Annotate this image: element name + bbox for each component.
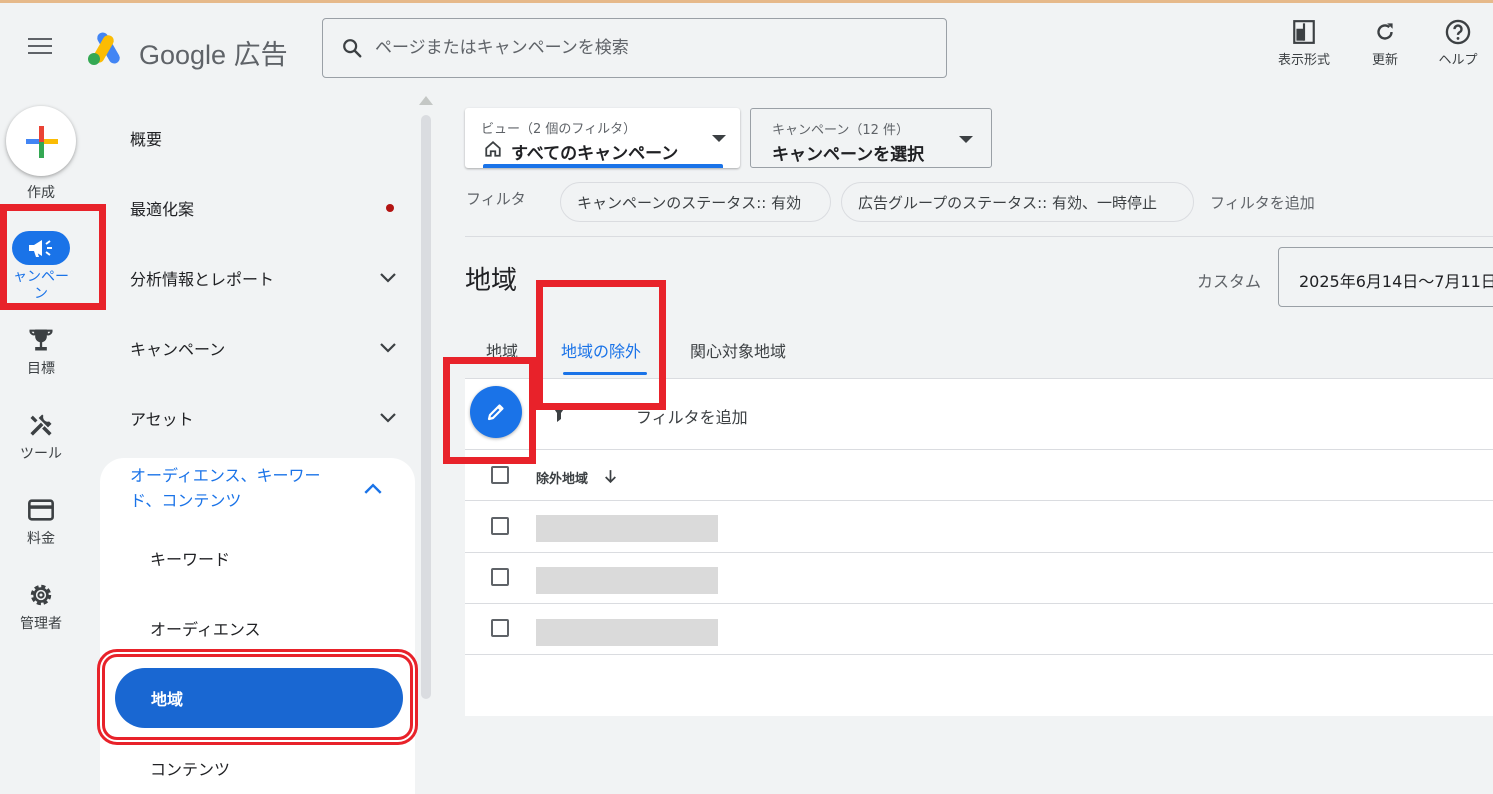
table-divider	[465, 603, 1493, 604]
filter-label: フィルタ	[466, 190, 526, 208]
table-add-filter[interactable]: フィルタを追加	[636, 404, 748, 428]
page-title: 地域	[465, 266, 518, 296]
chevron-down-icon	[380, 413, 396, 423]
filter-chip-campaign-status[interactable]: キャンペーンのステータス:: 有効	[560, 182, 831, 222]
date-range-picker[interactable]: 2025年6月14日〜7月11日	[1278, 247, 1493, 307]
megaphone-icon	[29, 240, 52, 257]
add-filter-link[interactable]: フィルタを追加	[1210, 192, 1315, 213]
table-row-placeholder	[536, 619, 718, 646]
appearance-button[interactable]: 表示形式	[1271, 17, 1337, 68]
pencil-icon	[487, 404, 504, 421]
chevron-down-icon	[380, 343, 396, 353]
chevron-up-icon[interactable]	[364, 483, 382, 494]
rail-billing[interactable]: 料金	[0, 496, 82, 548]
table-row-placeholder	[536, 515, 718, 542]
view-dropdown[interactable]: ビュー（2 個のフィルタ） すべてのキャンペーン	[465, 108, 740, 168]
caret-down-icon	[712, 135, 726, 142]
home-icon	[485, 141, 501, 157]
row-checkbox[interactable]	[491, 568, 509, 586]
caret-down-icon	[959, 136, 973, 143]
rail-goals[interactable]: 目標	[0, 326, 82, 378]
column-header-excluded-location[interactable]: 除外地域	[536, 468, 588, 487]
tab-locations-of-interest[interactable]: 関心対象地域	[690, 338, 786, 362]
rail-campaigns-label: ャンペー ン	[13, 269, 69, 302]
divider	[465, 236, 1493, 237]
main-menu-button[interactable]	[22, 33, 58, 63]
hamburger-icon	[28, 37, 52, 40]
arrow-down-icon[interactable]	[604, 469, 617, 484]
refresh-button[interactable]: 更新	[1362, 17, 1408, 68]
help-button[interactable]: ヘルプ	[1432, 17, 1484, 68]
notification-dot	[386, 204, 394, 212]
nav-insights[interactable]: 分析情報とレポート	[130, 263, 400, 293]
left-rail: 作成 ャンペー ン 目標 ツール 料金 管理者	[0, 93, 82, 794]
appearance-icon	[1293, 20, 1315, 44]
date-range-value: 2025年6月14日〜7月11日	[1299, 272, 1493, 291]
help-icon	[1445, 19, 1471, 45]
date-range-label: カスタム	[1197, 272, 1262, 291]
appearance-label: 表示形式	[1277, 53, 1330, 68]
nav-audiences-keywords-content[interactable]: オーディエンス、キーワー ド、コンテンツ	[130, 463, 360, 513]
select-all-checkbox[interactable]	[491, 466, 509, 484]
rail-tools[interactable]: ツール	[0, 411, 82, 463]
trophy-icon	[29, 329, 53, 351]
nav-scrollbar[interactable]	[421, 115, 431, 699]
create-button[interactable]	[6, 106, 76, 176]
nav-locations[interactable]: 地域	[115, 668, 403, 728]
rail-billing-label: 料金	[27, 531, 55, 547]
create-label: 作成	[27, 185, 55, 201]
search-input[interactable]	[375, 34, 915, 62]
filter-icon[interactable]	[551, 405, 567, 423]
chevron-down-icon	[380, 273, 396, 283]
rail-admin-label: 管理者	[20, 616, 62, 632]
table-divider	[465, 654, 1493, 655]
table-divider	[465, 449, 1493, 450]
search-box[interactable]	[322, 18, 947, 78]
tab-locations[interactable]: 地域	[486, 338, 518, 362]
app-header: Google 広告 表示形式 更新 ヘルプ	[0, 3, 1493, 93]
tab-location-exclusions[interactable]: 地域の除外	[561, 338, 641, 362]
filter-chip-adgroup-status[interactable]: 広告グループのステータス:: 有効、一時停止	[841, 182, 1194, 222]
rail-campaigns-button[interactable]	[12, 231, 70, 265]
table-divider	[465, 500, 1493, 501]
nav-content[interactable]: コンテンツ	[150, 756, 230, 780]
rail-admin[interactable]: 管理者	[0, 581, 82, 633]
credit-card-icon	[28, 499, 54, 521]
refresh-label: 更新	[1371, 53, 1398, 68]
view-underline	[483, 164, 723, 168]
nav-audiences[interactable]: オーディエンス	[150, 616, 261, 640]
nav-assets[interactable]: アセット	[130, 403, 400, 433]
google-ads-logo-icon	[88, 32, 120, 65]
row-checkbox[interactable]	[491, 517, 509, 535]
brand-name: Google 広告	[139, 40, 288, 70]
nav-campaigns[interactable]: キャンペーン	[130, 333, 400, 363]
tools-icon	[30, 414, 52, 436]
row-checkbox[interactable]	[491, 619, 509, 637]
campaign-select-dropdown[interactable]: キャンペーン（12 件） キャンペーンを選択	[750, 108, 992, 168]
table-row-placeholder	[536, 567, 718, 594]
gear-icon	[30, 584, 52, 606]
edit-button[interactable]	[470, 386, 522, 438]
refresh-icon	[1377, 23, 1393, 40]
exclusions-table	[465, 378, 1493, 716]
nav-overview[interactable]: 概要	[130, 123, 400, 153]
search-icon	[343, 39, 362, 58]
table-divider	[465, 552, 1493, 553]
active-tab-indicator	[563, 372, 647, 375]
nav-recommendations[interactable]: 最適化案	[130, 193, 400, 223]
scroll-up-arrow[interactable]	[419, 96, 433, 105]
rail-tools-label: ツール	[20, 446, 62, 462]
help-label: ヘルプ	[1438, 53, 1478, 68]
rail-goals-label: 目標	[27, 361, 55, 377]
nav-keywords[interactable]: キーワード	[150, 546, 230, 570]
